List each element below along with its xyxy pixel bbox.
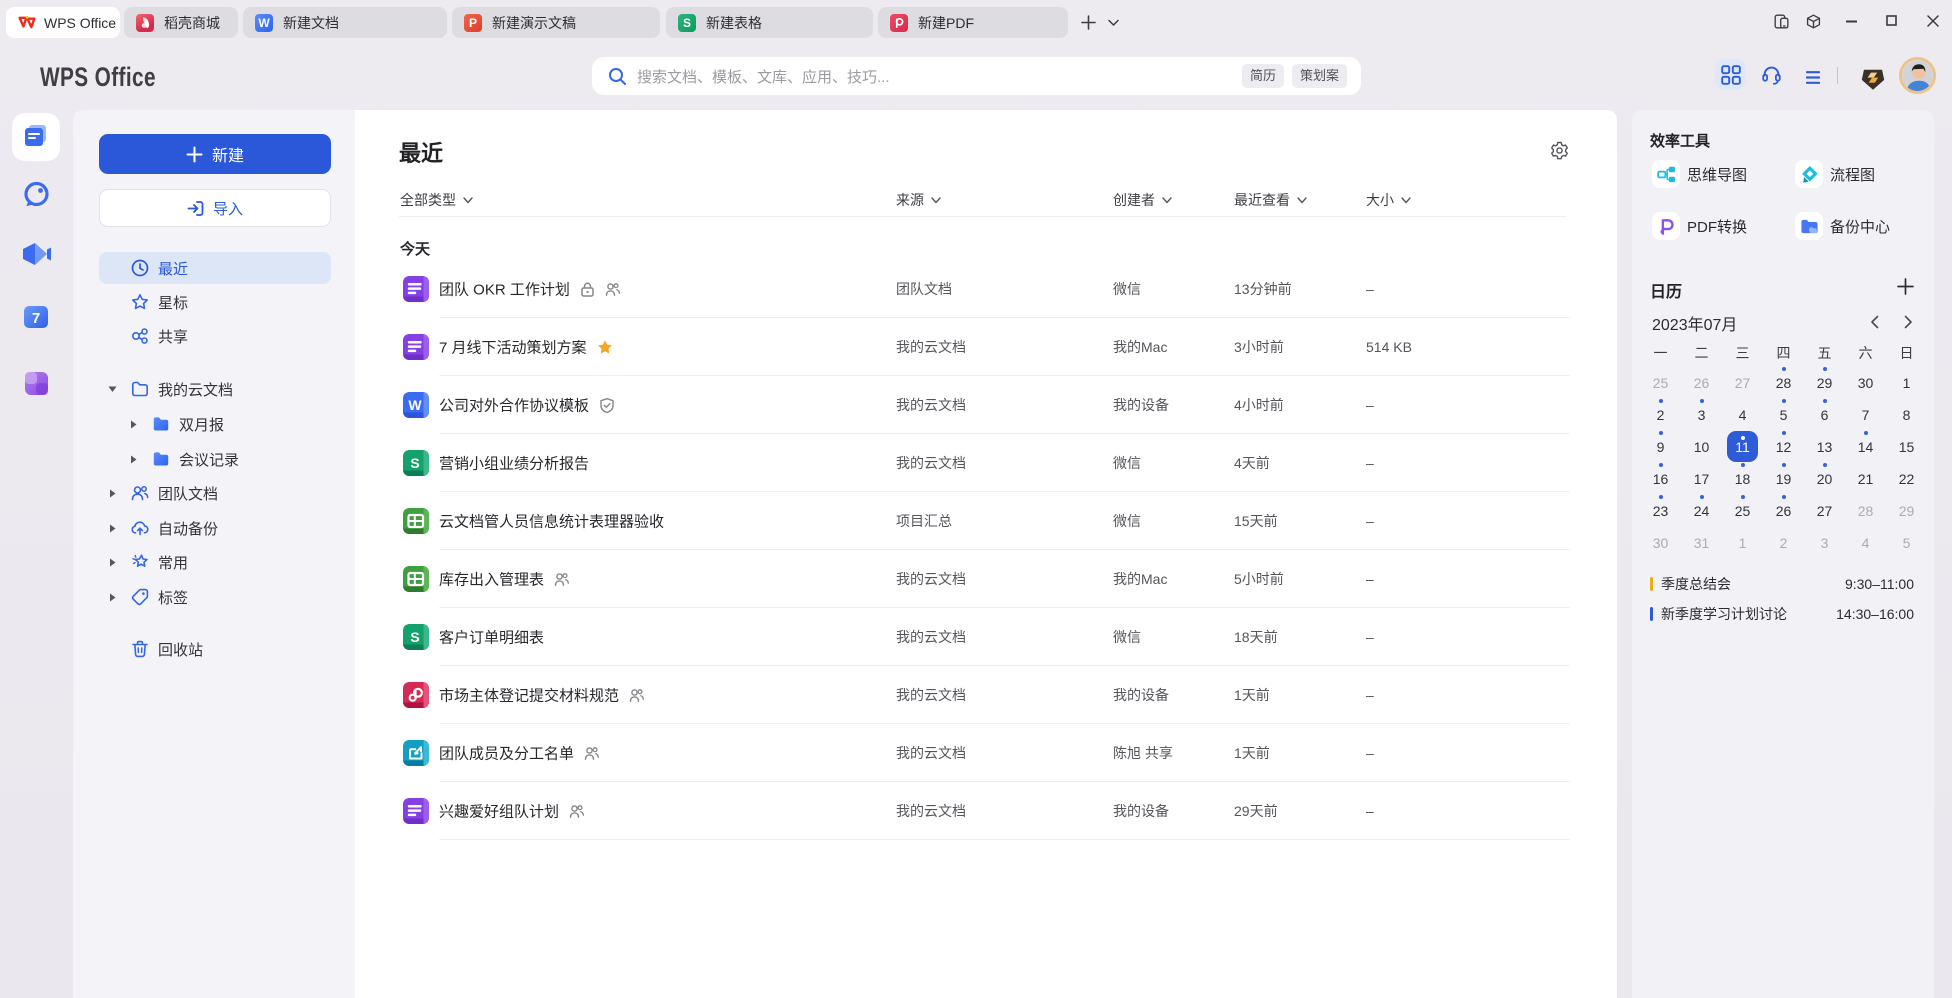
svg-text:7: 7 bbox=[32, 310, 40, 327]
